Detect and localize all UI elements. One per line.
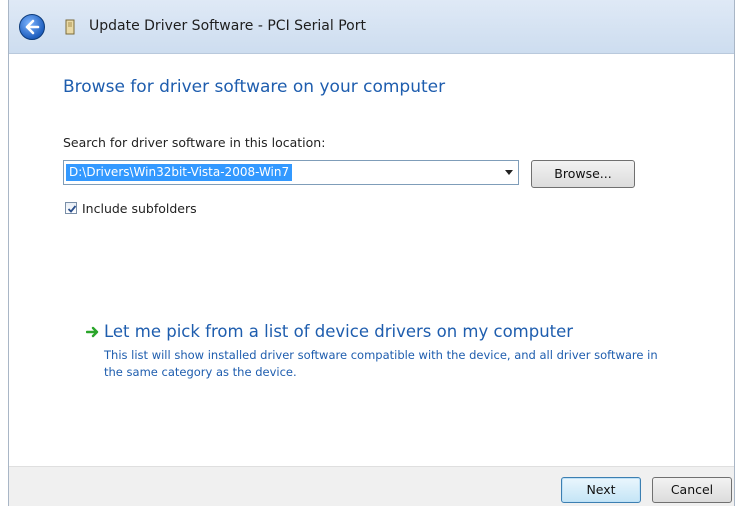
dialog-window: Update Driver Software - PCI Serial Port…: [8, 0, 735, 506]
page-heading: Browse for driver software on your compu…: [63, 77, 446, 97]
checkmark-icon: [67, 205, 77, 213]
pick-from-list-description: This list will show installed driver sof…: [104, 348, 658, 379]
include-subfolders-label[interactable]: Include subfolders: [82, 201, 197, 216]
back-arrow-icon: [25, 19, 40, 35]
search-location-label: Search for driver software in this locat…: [63, 135, 326, 150]
location-value[interactable]: D:\Drivers\Win32bit-Vista-2008-Win7: [66, 164, 293, 181]
include-subfolders-checkbox[interactable]: [65, 202, 77, 214]
title-bar: Update Driver Software - PCI Serial Port: [9, 0, 734, 54]
location-combobox[interactable]: D:\Drivers\Win32bit-Vista-2008-Win7: [63, 160, 519, 185]
browse-button[interactable]: Browse...: [531, 160, 635, 188]
device-icon: [65, 19, 75, 35]
cancel-button[interactable]: Cancel: [652, 477, 732, 503]
window-title: Update Driver Software - PCI Serial Port: [89, 18, 366, 34]
chevron-down-icon[interactable]: [500, 161, 518, 184]
green-arrow-icon: [86, 326, 99, 338]
pick-from-list-link[interactable]: Let me pick from a list of device driver…: [104, 322, 573, 341]
back-button[interactable]: [19, 14, 45, 40]
next-button[interactable]: Next: [561, 477, 641, 503]
